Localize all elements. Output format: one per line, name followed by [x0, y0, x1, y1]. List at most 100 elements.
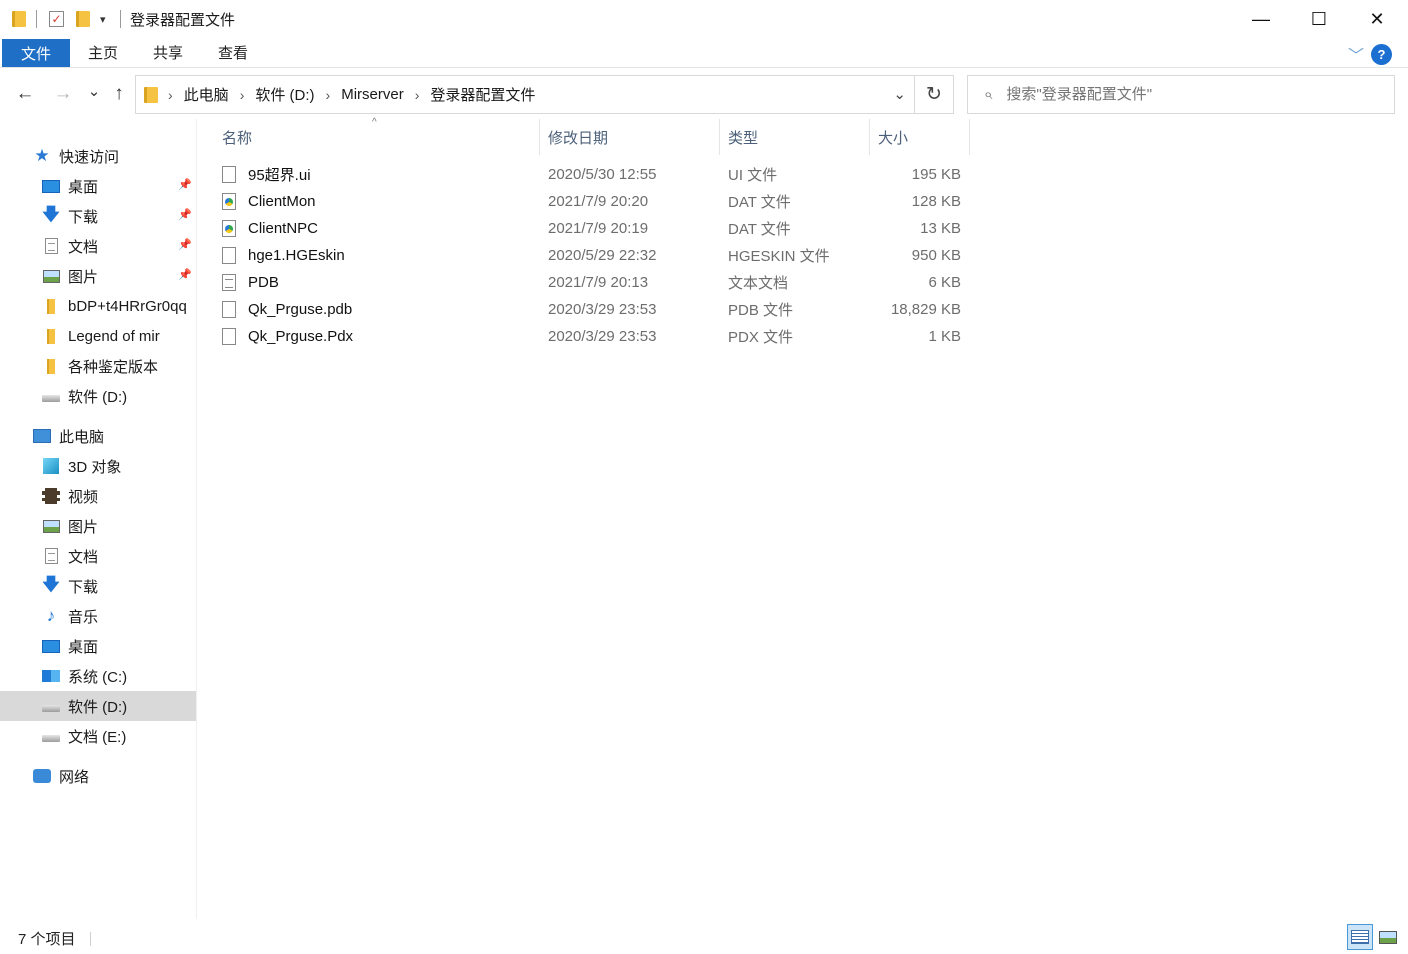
chevron-down-icon[interactable]: ⌄: [893, 85, 906, 103]
sidebar-item-desktop[interactable]: 桌面 📌: [0, 171, 196, 201]
sidebar-item-label: 桌面: [68, 638, 99, 656]
sidebar-item-drive-d[interactable]: 软件 (D:): [0, 691, 196, 721]
network-icon: [33, 769, 51, 783]
folder-icon: [47, 358, 55, 374]
help-icon[interactable]: ?: [1371, 44, 1392, 65]
forward-button[interactable]: →: [51, 81, 75, 107]
file-date: 2021/7/9 20:20: [548, 193, 649, 210]
document-icon: [44, 548, 58, 564]
file-name: PDB: [248, 274, 279, 291]
column-header-size[interactable]: 大小: [870, 119, 970, 155]
column-header-name[interactable]: 名称: [214, 119, 540, 155]
sidebar-item-videos[interactable]: 视频: [0, 481, 196, 511]
sidebar-item-label: 视频: [68, 488, 99, 506]
sidebar-item-pictures[interactable]: 图片 📌: [0, 261, 196, 291]
column-header-date[interactable]: 修改日期: [540, 119, 720, 155]
file-type: DAT 文件: [728, 221, 791, 238]
file-date: 2021/7/9 20:19: [548, 220, 649, 237]
sidebar-item-label: 软件 (D:): [68, 388, 128, 406]
breadcrumb-current-folder[interactable]: 登录器配置文件: [430, 84, 535, 105]
breadcrumb-mirserver[interactable]: Mirserver: [341, 86, 404, 103]
details-view-icon: [1351, 930, 1369, 944]
search-input[interactable]: [1006, 86, 1367, 103]
sidebar-item-documents[interactable]: 文档 📌: [0, 231, 196, 261]
divider: [36, 10, 37, 28]
3d-objects-icon: [43, 458, 59, 474]
back-button[interactable]: ←: [13, 81, 37, 107]
file-date: 2020/3/29 23:53: [548, 301, 657, 318]
properties-icon[interactable]: ✓: [49, 9, 64, 29]
minimize-button[interactable]: —: [1232, 0, 1290, 38]
file-name: 95超界.ui: [248, 167, 311, 184]
tab-file[interactable]: 文件: [2, 39, 70, 67]
large-icons-view-button[interactable]: [1375, 924, 1401, 950]
address-bar[interactable]: › 此电脑 › 软件 (D:) › Mirserver › 登录器配置文件 ⌄: [135, 75, 915, 114]
maximize-button[interactable]: ☐: [1290, 0, 1348, 38]
chevron-right-icon[interactable]: ›: [326, 87, 331, 103]
file-date: 2020/3/29 23:53: [548, 328, 657, 345]
file-type: UI 文件: [728, 167, 778, 184]
download-icon: 🡇: [42, 204, 60, 224]
file-name: hge1.HGEskin: [248, 247, 345, 264]
drive-icon: [42, 735, 60, 742]
pin-icon[interactable]: 📌: [178, 178, 192, 191]
pin-icon[interactable]: 📌: [178, 238, 192, 251]
sidebar-item-network[interactable]: 网络: [0, 761, 196, 791]
column-header-type[interactable]: 类型: [720, 119, 870, 155]
recent-locations-button[interactable]: ⌄: [82, 78, 106, 104]
folder-icon: [47, 328, 55, 344]
sidebar-item-music[interactable]: ♪ 音乐: [0, 601, 196, 631]
sidebar-item-3d-objects[interactable]: 3D 对象: [0, 451, 196, 481]
picture-icon: [42, 519, 60, 533]
file-name: Qk_Prguse.pdb: [248, 301, 353, 318]
up-button[interactable]: ↑: [107, 81, 131, 107]
desktop-icon: [42, 639, 60, 653]
tab-view[interactable]: 查看: [210, 38, 256, 67]
sidebar-item-downloads[interactable]: 🡇 下载: [0, 571, 196, 601]
file-row[interactable]: 95超界.ui 2020/5/30 12:55 UI 文件 195 KB: [214, 161, 970, 188]
sidebar-item-label: 网络: [59, 768, 90, 786]
file-row[interactable]: hge1.HGEskin 2020/5/29 22:32 HGESKIN 文件 …: [214, 242, 970, 269]
tab-share[interactable]: 共享: [145, 38, 191, 67]
breadcrumb-drive-d[interactable]: 软件 (D:): [255, 84, 314, 105]
divider: [90, 932, 91, 946]
chevron-right-icon[interactable]: ›: [240, 87, 245, 103]
file-type: 文本文档: [728, 275, 789, 292]
sidebar-item-drive-e[interactable]: 文档 (E:): [0, 721, 196, 751]
sidebar-item-folder[interactable]: Legend of mir: [0, 321, 196, 351]
new-folder-icon[interactable]: [76, 9, 90, 29]
pin-icon[interactable]: 📌: [178, 208, 192, 221]
file-name: ClientMon: [248, 193, 316, 210]
sidebar-item-drive-c[interactable]: 系统 (C:): [0, 661, 196, 691]
search-box[interactable]: ⌕: [967, 75, 1395, 114]
sidebar-item-this-pc[interactable]: 此电脑: [0, 421, 196, 451]
file-row[interactable]: Qk_Prguse.Pdx 2020/3/29 23:53 PDX 文件 1 K…: [214, 323, 970, 350]
pin-icon[interactable]: 📌: [178, 268, 192, 281]
folder-icon: [144, 86, 158, 103]
chevron-right-icon[interactable]: ›: [168, 87, 173, 103]
sidebar-item-drive-d[interactable]: 软件 (D:): [0, 381, 196, 411]
customize-toolbar-icon[interactable]: ▾: [100, 9, 106, 29]
file-row[interactable]: Qk_Prguse.pdb 2020/3/29 23:53 PDB 文件 18,…: [214, 296, 970, 323]
sidebar-item-desktop[interactable]: 桌面: [0, 631, 196, 661]
file-row[interactable]: ClientNPC 2021/7/9 20:19 DAT 文件 13 KB: [214, 215, 970, 242]
file-name: Qk_Prguse.Pdx: [248, 328, 354, 345]
sidebar-item-quick-access[interactable]: ★ 快速访问: [0, 141, 196, 171]
sidebar-item-folder[interactable]: bDP+t4HRrGr0qq: [0, 291, 196, 321]
tab-home[interactable]: 主页: [80, 38, 126, 67]
sidebar-item-pictures[interactable]: 图片: [0, 511, 196, 541]
file-row[interactable]: PDB 2021/7/9 20:13 文本文档 6 KB: [214, 269, 970, 296]
breadcrumb-this-pc[interactable]: 此电脑: [184, 84, 229, 105]
file-row[interactable]: ClientMon 2021/7/9 20:20 DAT 文件 128 KB: [214, 188, 970, 215]
sidebar-item-documents[interactable]: 文档: [0, 541, 196, 571]
folder-icon: [47, 298, 55, 314]
file-size: 950 KB: [911, 247, 961, 264]
sidebar-item-downloads[interactable]: 🡇 下载 📌: [0, 201, 196, 231]
document-icon: [44, 238, 58, 254]
close-button[interactable]: ✕: [1348, 0, 1406, 38]
details-view-button[interactable]: [1347, 924, 1373, 950]
chevron-right-icon[interactable]: ›: [415, 87, 420, 103]
sidebar-item-folder[interactable]: 各种鉴定版本: [0, 351, 196, 381]
refresh-button[interactable]: ↻: [915, 75, 954, 114]
expand-ribbon-icon[interactable]: ﹀: [1348, 42, 1364, 66]
